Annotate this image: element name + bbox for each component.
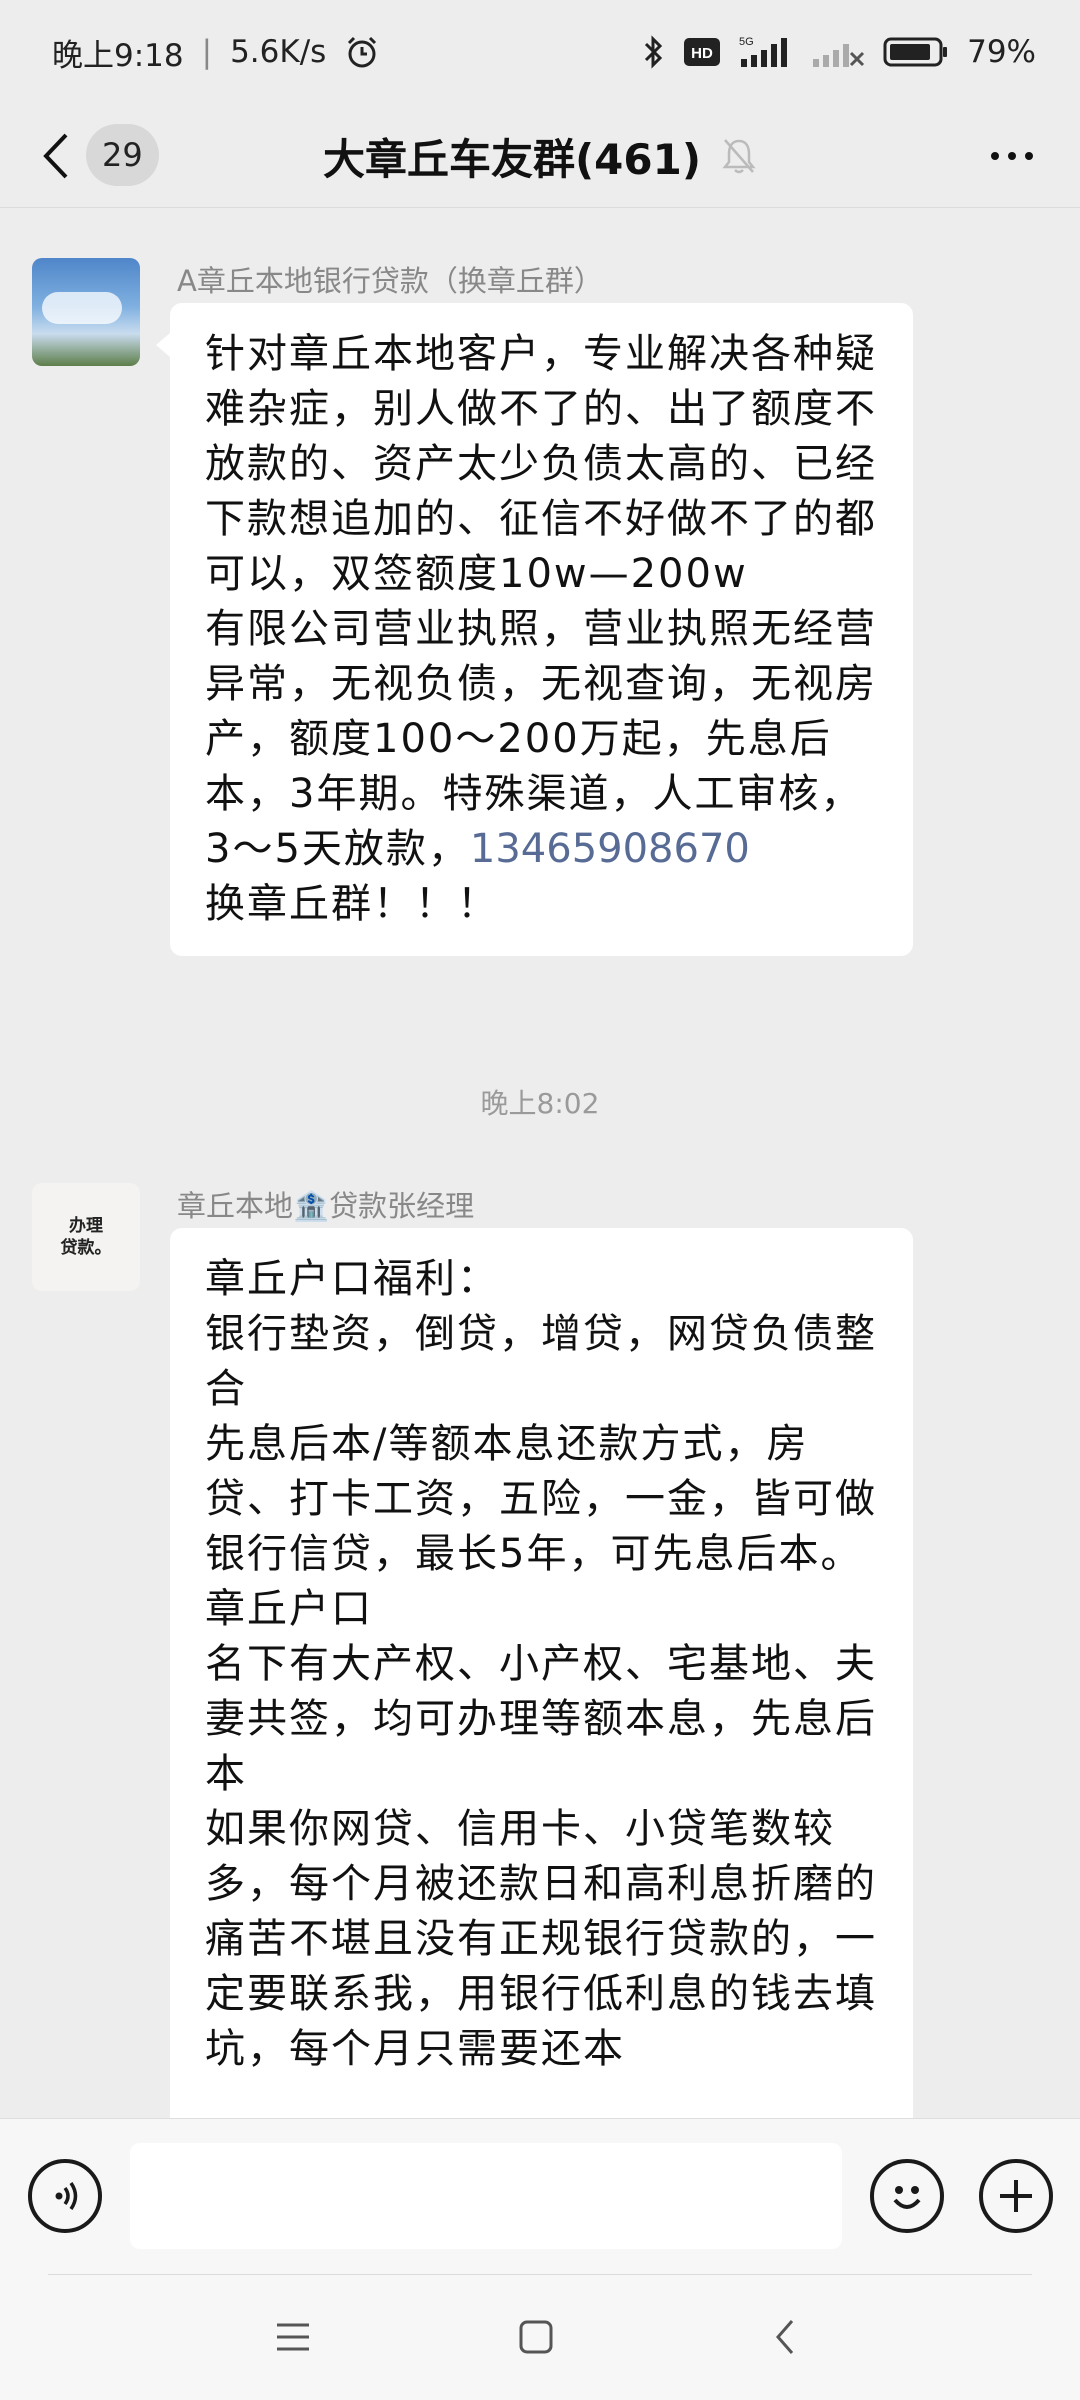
chat-title-wrap: 大章丘车友群(461)	[0, 104, 1080, 208]
net-speed: 5.6K/s	[230, 34, 327, 70]
nav-back-button[interactable]	[760, 2312, 810, 2362]
hd-label: HD	[691, 45, 713, 62]
message-paragraph: 如果你网贷、信用卡、小贷笔数较多，每个月被还款日和高利息折磨的痛苦不堪且没有正规…	[205, 1806, 877, 2072]
battery-level: 79%	[967, 34, 1036, 70]
message-bubble[interactable]: 章丘户口福利： 银行垫资，倒贷，增贷，网贷负债整合 先息后本/等额本息还款方式，…	[170, 1228, 913, 2118]
status-right: HD 5G 79%	[641, 34, 1036, 70]
message-bubble[interactable]: 针对章丘本地客户，专业解决各种疑难杂症，别人做不了的、出了额度不放款的、资产太少…	[156, 303, 913, 956]
status-separator: |	[201, 34, 213, 70]
message-paragraph: 先息后本/等额本息还款方式，房贷、打卡工资，五险，一金，皆可做银行信贷，最长5年…	[205, 1421, 877, 1577]
signal-label: 5G	[739, 36, 754, 48]
avatar-text-line: 贷款。	[60, 1238, 112, 1258]
phone-number-link[interactable]: 13465908670	[470, 826, 750, 872]
chat-screen: 晚上9:18 | 5.6K/s HD 5G 79% 29 大章丘车友群(461)…	[0, 0, 1080, 2400]
chat-header: 29 大章丘车友群(461)	[0, 104, 1080, 208]
nav-menu-button[interactable]	[268, 2312, 318, 2362]
system-nav-bar	[0, 2274, 1080, 2400]
message-item: A章丘本地银行贷款（换章丘群） 针对章丘本地客户，专业解决各种疑难杂症，别人做不…	[32, 258, 913, 1018]
plus-icon	[1000, 2180, 1032, 2212]
avatar-text-line: 办理	[69, 1216, 103, 1236]
sender-avatar[interactable]: 办理 贷款。	[32, 1183, 140, 1291]
message-paragraph: 名下有大产权、小产权、宅基地、夫妻共签，均可办理等额本息，先息后本	[205, 1641, 877, 1797]
signal-icon: 5G	[739, 35, 793, 69]
sender-avatar[interactable]	[32, 258, 140, 366]
more-functions-button[interactable]	[979, 2159, 1053, 2233]
menu-icon	[277, 2323, 309, 2351]
battery-icon	[883, 36, 949, 68]
status-left: 晚上9:18 | 5.6K/s	[52, 30, 380, 75]
dot-icon	[1025, 152, 1033, 160]
message-paragraph: 换章丘群！！！	[205, 881, 499, 927]
chat-title: 大章丘车友群(461)	[322, 134, 702, 184]
signal-no-service-icon	[811, 35, 865, 69]
nav-home-button[interactable]	[511, 2312, 561, 2362]
message-paragraph: 针对章丘本地客户，专业解决各种疑难杂症，别人做不了的、出了额度不放款的、资产太少…	[205, 331, 877, 597]
message-paragraph: 章丘户口福利：	[205, 1256, 499, 1302]
message-timestamp: 晚上8:02	[480, 1087, 600, 1120]
emoji-icon	[893, 2186, 921, 2209]
bell-off-icon	[722, 139, 756, 174]
voice-icon	[55, 2182, 78, 2210]
message-item: 办理 贷款。 章丘本地🏦贷款张经理 章丘户口福利： 银行垫资，倒贷，增贷，网贷负…	[32, 1183, 913, 2118]
more-options-button[interactable]	[984, 134, 1040, 178]
message-input[interactable]	[130, 2143, 842, 2249]
alarm-icon	[344, 34, 380, 70]
emoji-button[interactable]	[870, 2159, 944, 2233]
message-paragraph: 有限公司营业执照，营业执照无经营异常，无视负债，无视查询，无视房产，额度100～…	[205, 602, 881, 877]
status-bar: 晚上9:18 | 5.6K/s HD 5G 79%	[0, 0, 1080, 104]
avatar-label: 办理 贷款。	[61, 1215, 112, 1259]
dot-icon	[1008, 152, 1016, 160]
message-paragraph: 银行垫资，倒贷，增贷，网贷负债整合	[205, 1311, 877, 1412]
message-list[interactable]: A章丘本地银行贷款（换章丘群） 针对章丘本地客户，专业解决各种疑难杂症，别人做不…	[0, 210, 1080, 2118]
bluetooth-icon	[641, 34, 665, 70]
dot-icon	[991, 152, 999, 160]
hd-icon: HD	[683, 37, 721, 67]
input-bar	[0, 2118, 1080, 2274]
chevron-left-icon	[776, 2320, 794, 2354]
sender-name: A章丘本地银行贷款（换章丘群）	[177, 264, 603, 298]
home-square-icon	[519, 2320, 553, 2354]
status-time: 晚上9:18	[52, 37, 184, 74]
message-paragraph: 章丘户口	[205, 1586, 373, 1632]
sender-name: 章丘本地🏦贷款张经理	[177, 1189, 475, 1223]
voice-button[interactable]	[28, 2159, 102, 2233]
